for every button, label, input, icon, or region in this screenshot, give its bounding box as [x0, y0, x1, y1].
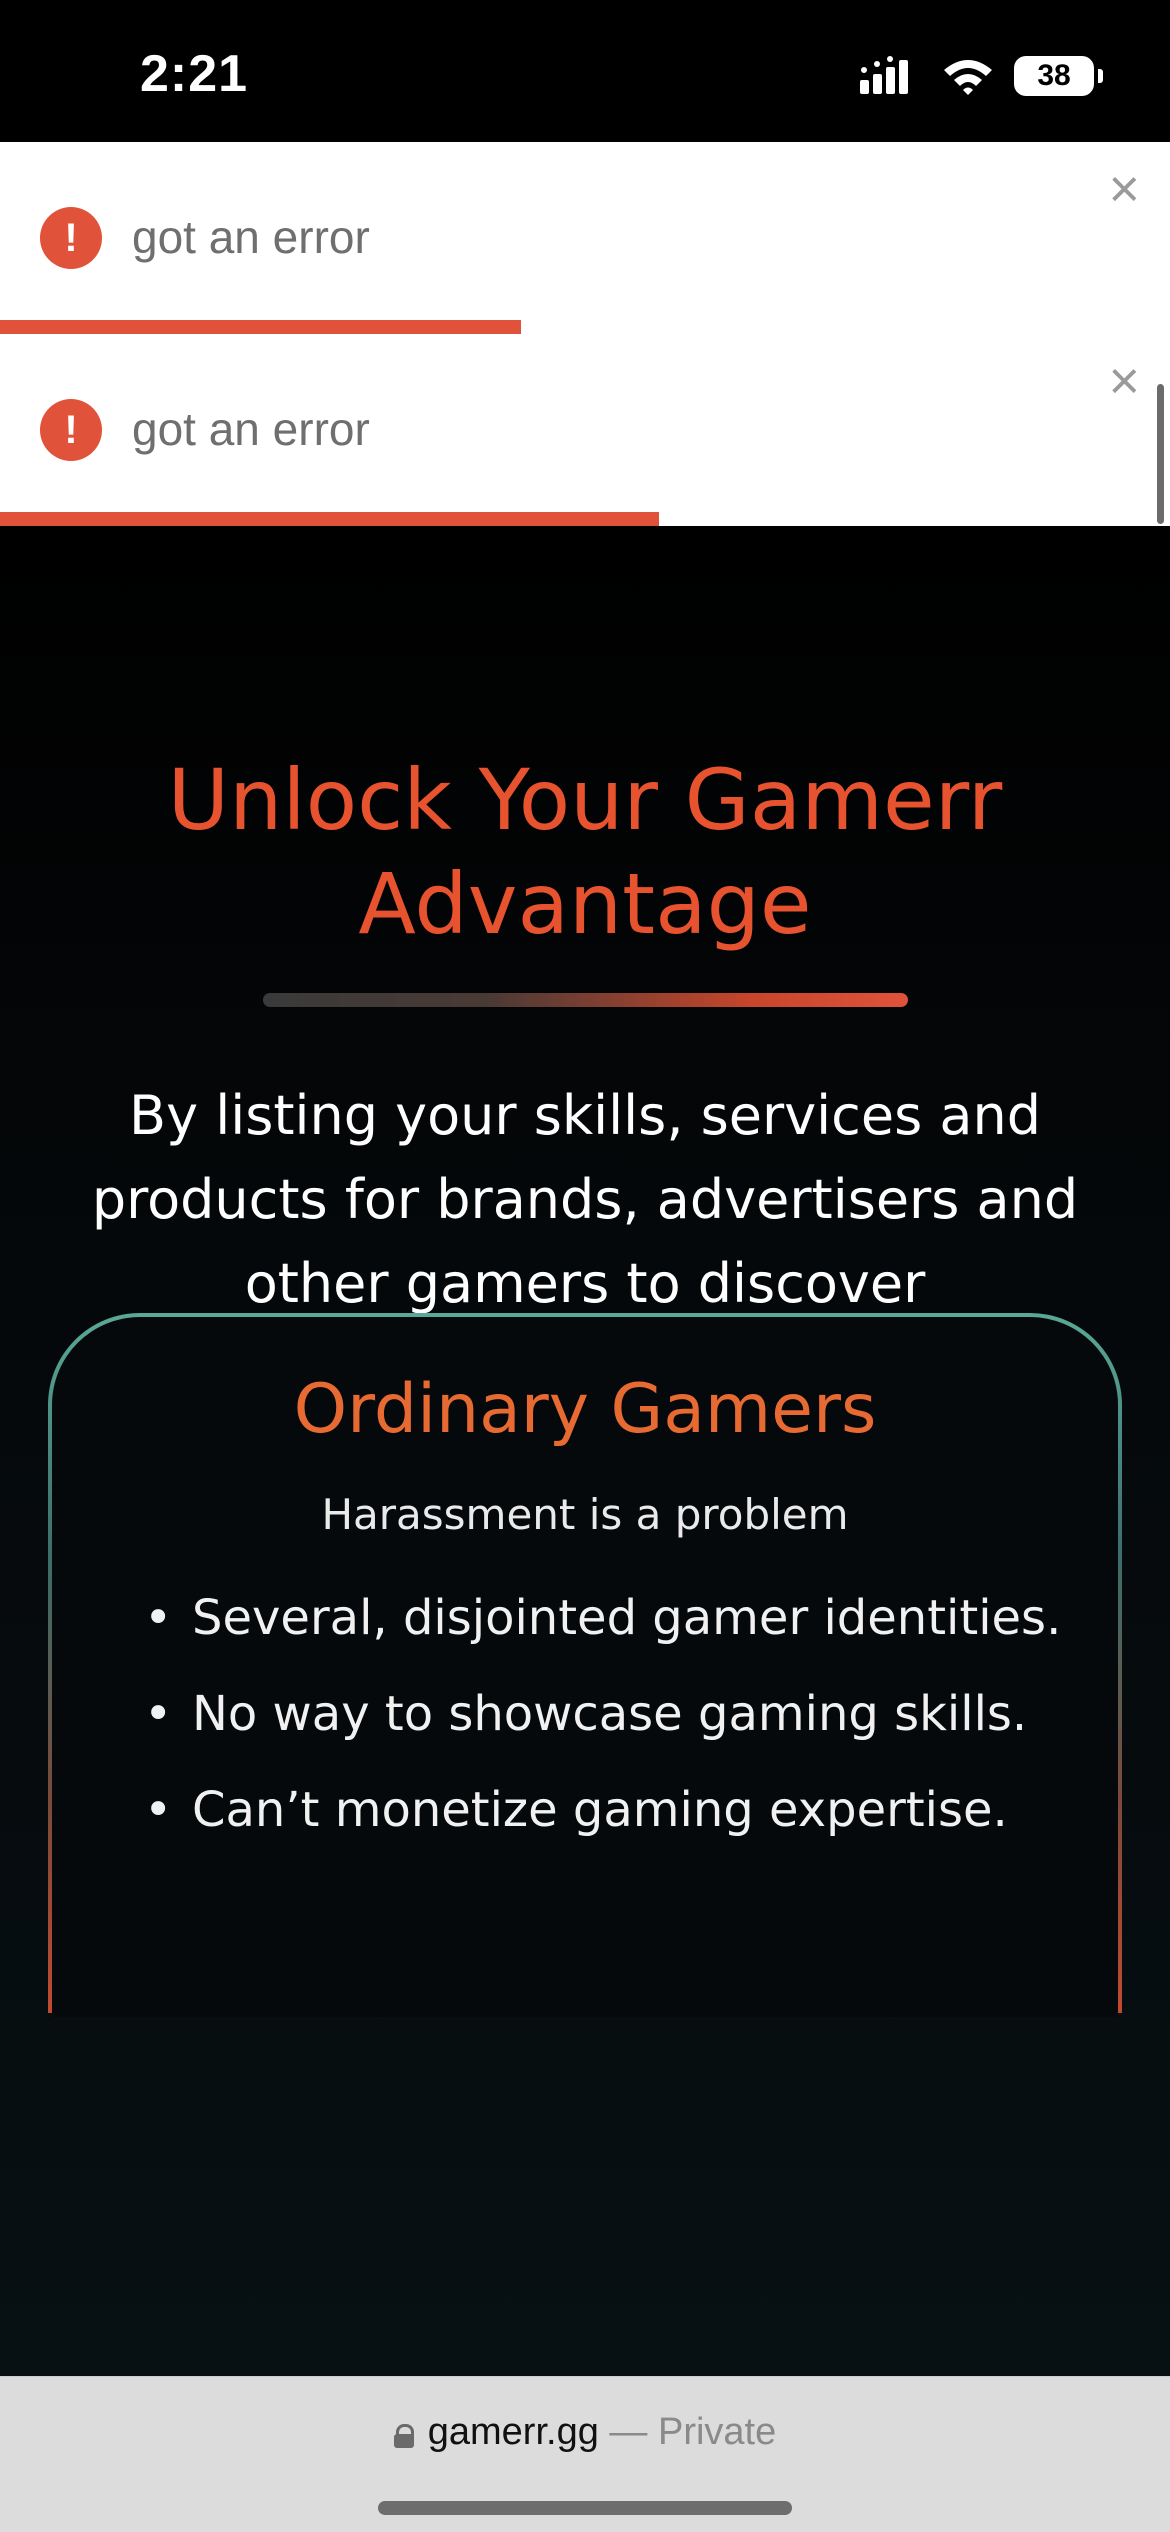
home-indicator[interactable]	[378, 2501, 792, 2515]
list-item: Can’t monetize gaming expertise.	[140, 1762, 1100, 1858]
card-subtitle: Harassment is a problem	[321, 1490, 849, 1539]
hero-subtitle: By listing your skills, services and pro…	[91, 1084, 1079, 1315]
exclamation-icon: !	[40, 207, 102, 269]
status-bar: 2:21 38	[0, 0, 1170, 142]
url-separator: —	[598, 2411, 658, 2453]
url-display[interactable]: gamerr.gg — Private	[0, 2411, 1170, 2454]
card-list: Several, disjointed gamer identities. No…	[140, 1570, 1100, 1858]
scrollbar[interactable]	[1157, 384, 1164, 524]
battery-icon: 38	[1014, 56, 1103, 96]
url-domain: gamerr.gg	[427, 2411, 599, 2453]
toast-progress-bar	[0, 320, 521, 334]
error-toast[interactable]: ! got an error ×	[0, 334, 1170, 526]
browser-address-bar[interactable]: gamerr.gg — Private	[0, 2376, 1170, 2532]
wifi-icon	[944, 60, 992, 95]
list-item: Several, disjointed gamer identities.	[140, 1570, 1100, 1666]
error-toast[interactable]: ! got an error ×	[0, 142, 1170, 334]
status-time: 2:21	[140, 45, 249, 103]
private-mode-label: Private	[657, 2411, 777, 2453]
toast-progress-bar	[0, 512, 659, 526]
close-icon[interactable]: ×	[1108, 162, 1140, 216]
title-underline	[263, 993, 908, 1007]
cellular-signal-icon	[860, 56, 908, 94]
hero-title: Unlock Your Gamerr Advantage	[167, 751, 1003, 953]
exclamation-icon: !	[40, 399, 102, 461]
battery-level: 38	[1037, 59, 1071, 92]
toast-message: got an error	[132, 403, 370, 455]
toast-message: got an error	[132, 211, 370, 263]
card-title: Ordinary Gamers	[293, 1370, 877, 1449]
status-icons: 38	[860, 56, 1103, 96]
lock-icon	[393, 2424, 414, 2448]
list-item: No way to showcase gaming skills.	[140, 1666, 1100, 1762]
close-icon[interactable]: ×	[1108, 354, 1140, 408]
